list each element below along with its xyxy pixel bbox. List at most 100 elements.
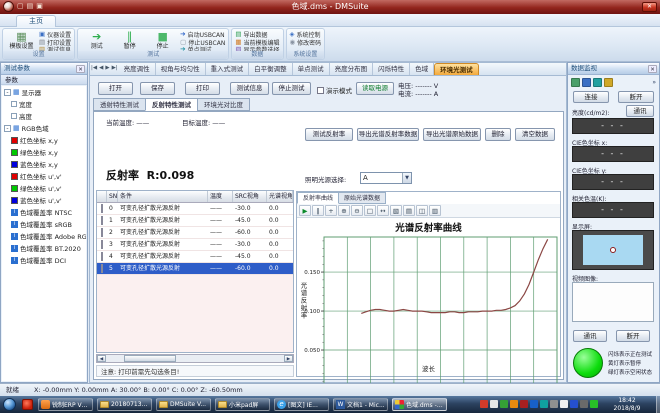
scroll-thumb[interactable] <box>124 355 176 362</box>
taskbar-button-5[interactable]: e[图文] IE... <box>274 398 329 411</box>
light-source-select[interactable]: A ▼ <box>360 172 412 184</box>
fit-width-icon[interactable]: ↔ <box>377 205 389 216</box>
tab-8[interactable]: 色域 <box>410 63 434 75</box>
read-power-button[interactable]: 读取电源 <box>356 82 394 95</box>
comm-button-2[interactable]: 通讯 <box>573 330 607 342</box>
chevron-down-icon[interactable]: ▼ <box>402 173 411 183</box>
tab-4[interactable]: 白平衡调整 <box>249 63 293 75</box>
tray-icon-1[interactable] <box>480 400 488 408</box>
tray-icon-11[interactable] <box>580 400 588 408</box>
tree-item[interactable]: -▦RGB色域 <box>2 122 86 134</box>
ribbon-button-stop-icon[interactable]: ■停止 <box>147 30 178 50</box>
checkbox-icon[interactable] <box>101 264 103 273</box>
tray-icon-4[interactable] <box>510 400 518 408</box>
save-view-icon[interactable] <box>582 78 591 87</box>
ribbon-button-template-settings-icon[interactable]: ▦模板设置 <box>6 30 37 50</box>
tree-item[interactable]: 宽度 <box>2 98 86 110</box>
subtab-2[interactable]: 反射特性测试 <box>145 98 197 111</box>
table-row[interactable]: 2可变孔径扩散光源反射——-60.00.0 <box>97 227 293 239</box>
expander-icon[interactable]: - <box>4 125 11 132</box>
row-checkbox[interactable] <box>97 239 107 250</box>
tab-nav-icon[interactable]: |◀ <box>90 62 98 75</box>
tree-item[interactable]: 红色坐标 x,y <box>2 134 86 146</box>
tray-icon-7[interactable] <box>540 400 548 408</box>
checkbox-icon[interactable] <box>101 240 103 249</box>
connect-button[interactable]: 连接 <box>573 91 609 103</box>
stop-test-button[interactable]: 停止测试 <box>272 82 311 95</box>
subtab-3[interactable]: 环境光对比度 <box>197 98 250 111</box>
save-icon[interactable]: ◫ <box>416 205 428 216</box>
app-menu-orb[interactable] <box>3 1 14 12</box>
action-button-1[interactable]: 测试反射率 <box>305 128 353 141</box>
tab-3[interactable]: 重入式测试 <box>206 63 250 75</box>
copy-icon[interactable]: ▤ <box>403 205 415 216</box>
taskbar-button-4[interactable]: 小米pad屏 <box>215 398 270 411</box>
tab-6[interactable]: 亮度分布图 <box>330 63 374 75</box>
tree-item[interactable]: 红色坐标 u',v' <box>2 170 86 182</box>
pinned-app-icon[interactable] <box>22 399 33 410</box>
checkbox-icon[interactable] <box>101 252 103 261</box>
close-icon[interactable]: ✕ <box>76 65 85 73</box>
tree-item[interactable]: i色域覆盖率 Adobe RGB <box>2 230 86 242</box>
tab-2[interactable]: 视角与均匀性 <box>156 63 206 75</box>
taskbar-clock[interactable]: 18:42 2018/8/9 <box>602 397 652 412</box>
taskbar-button-3[interactable]: DMSuite V... <box>156 398 211 411</box>
tray-icon-5[interactable] <box>520 400 528 408</box>
save-icon[interactable]: ▣ <box>36 1 43 12</box>
chart-tab-2[interactable]: 原始光谱数据 <box>339 192 386 204</box>
tray-icon-9[interactable] <box>560 400 568 408</box>
properties-icon[interactable]: ▧ <box>390 205 402 216</box>
save-button[interactable]: 保存 <box>140 82 175 95</box>
tab-5[interactable]: 单点测试 <box>293 63 330 75</box>
zoom-out-icon[interactable]: ⊖ <box>351 205 363 216</box>
expander-icon[interactable]: - <box>4 89 11 96</box>
tree-item[interactable]: i色域覆盖率 DCI <box>2 254 86 266</box>
checkbox-icon[interactable] <box>101 228 103 237</box>
demo-mode-checkbox[interactable]: 演示模式 <box>317 85 352 95</box>
table-row[interactable]: 4可变孔径扩散光源反射——-45.00.0 <box>97 251 293 263</box>
tree-item[interactable]: 绿色坐标 u',v' <box>2 182 86 194</box>
play-icon[interactable]: ▶ <box>299 205 311 216</box>
flag-icon[interactable] <box>593 78 602 87</box>
scroll-right-icon[interactable]: ▶ <box>284 355 293 362</box>
pause-icon[interactable]: ∥ <box>312 205 324 216</box>
start-button[interactable] <box>3 398 16 411</box>
row-checkbox[interactable] <box>97 203 107 214</box>
close-button[interactable]: ✕ <box>642 2 657 12</box>
checkbox-icon[interactable] <box>101 216 103 225</box>
row-checkbox[interactable] <box>97 263 107 274</box>
zoom-box-icon[interactable]: □ <box>364 205 376 216</box>
table-hscrollbar[interactable]: ◀ ▶ <box>96 354 294 363</box>
tray-icon-8[interactable] <box>550 400 558 408</box>
table-row[interactable]: 3可变孔径扩散光源反射——-30.00.0 <box>97 239 293 251</box>
chart-tab-1[interactable]: 反射率曲线 <box>297 192 339 204</box>
disconnect-button[interactable]: 断开 <box>618 91 654 103</box>
tool-icon[interactable] <box>604 78 613 87</box>
tree-item[interactable]: 蓝色坐标 x,y <box>2 158 86 170</box>
scroll-left-icon[interactable]: ◀ <box>97 355 106 362</box>
tab-nav-icon[interactable]: ▶| <box>111 62 119 75</box>
row-checkbox[interactable] <box>97 251 107 262</box>
zoom-in-icon[interactable]: ⊕ <box>338 205 350 216</box>
action-button-4[interactable]: 删除 <box>485 128 511 141</box>
disconnect-button-2[interactable]: 断开 <box>616 330 650 342</box>
tray-icon-2[interactable] <box>490 400 498 408</box>
print-icon[interactable]: ▥ <box>429 205 441 216</box>
tab-7[interactable]: 闪烁特性 <box>373 63 410 75</box>
tree-item[interactable]: 高度 <box>2 110 86 122</box>
show-desktop-button[interactable] <box>656 396 660 413</box>
taskbar-button-1[interactable]: 锐制ERP V8... <box>38 398 93 411</box>
comm-button[interactable]: 通讯 <box>626 105 654 117</box>
tree-item[interactable]: 蓝色坐标 u',v' <box>2 194 86 206</box>
ribbon-button-pause-icon[interactable]: ∥暂停 <box>114 30 145 50</box>
ribbon-button-change-password-icon[interactable]: ◉修改密码 <box>290 39 322 47</box>
action-button-2[interactable]: 导出光谱反射率数据 <box>357 128 419 141</box>
close-icon[interactable]: ✕ <box>648 65 657 73</box>
tab-home[interactable]: 主页 <box>16 15 56 27</box>
tree-item[interactable]: 绿色坐标 x,y <box>2 146 86 158</box>
tree-item[interactable]: -▦显示器 <box>2 86 86 98</box>
table-row[interactable]: 0可变孔径扩散光源反射——-30.00.0 <box>97 203 293 215</box>
row-checkbox[interactable] <box>97 215 107 226</box>
subtab-1[interactable]: 透射特性测试 <box>93 98 145 111</box>
taskbar-button-7[interactable]: 色域.dms - ... <box>392 398 447 411</box>
